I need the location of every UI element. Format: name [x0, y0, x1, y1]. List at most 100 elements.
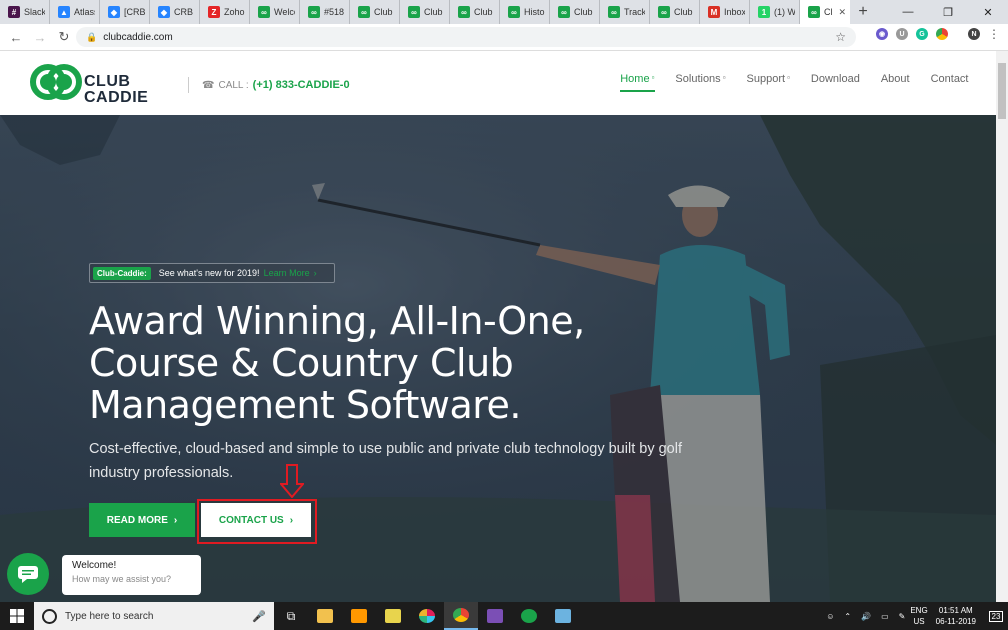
region-code: US: [913, 617, 925, 626]
browser-tab-label: Zoho: [224, 7, 245, 17]
dropdown-chevron-icon: ▫: [787, 73, 790, 82]
minimize-icon[interactable]: —: [888, 0, 928, 24]
page-scrollbar[interactable]: [996, 51, 1008, 602]
sublime-text-icon[interactable]: [342, 602, 376, 630]
badge-tag: Club-Caddie:: [93, 266, 151, 280]
back-icon[interactable]: ←: [4, 30, 28, 45]
browser-tab[interactable]: M Inbox: [700, 0, 750, 24]
headline-line-2: Course & Country Club: [89, 341, 514, 385]
nav-item-home[interactable]: Home ▫: [610, 73, 665, 93]
arrow-right-icon: ›: [173, 514, 178, 526]
site-header: CLUB CADDIE ☎ CALL : (+1) 833-CADDIE-0 H…: [0, 51, 996, 115]
browser-tab[interactable]: Z Zoho: [200, 0, 250, 24]
nav-item-contact[interactable]: Contact: [920, 73, 979, 93]
chat-title: Welcome!: [72, 560, 117, 571]
nav-item-solutions[interactable]: Solutions ▫: [665, 73, 736, 93]
task-view-icon[interactable]: ⧉: [274, 602, 308, 630]
volume-icon[interactable]: 🔊: [861, 612, 871, 621]
dropdown-chevron-icon: ▫: [722, 73, 726, 82]
nav-item-about[interactable]: About: [870, 73, 920, 93]
logo-line-1: CLUB: [84, 73, 131, 90]
microphone-icon[interactable]: 🎤: [252, 610, 266, 623]
browser-tab[interactable]: ∞ Club: [550, 0, 600, 24]
chat-welcome-popup[interactable]: Welcome! How may we assist you?: [62, 555, 201, 595]
lock-icon: 🔒: [86, 31, 98, 42]
visual-studio-icon[interactable]: [478, 602, 512, 630]
network-icon[interactable]: ▭: [881, 612, 889, 621]
action-center-icon[interactable]: 23: [984, 602, 1008, 630]
system-clock[interactable]: 01:51 AM 06-11-2019: [936, 605, 976, 627]
scrollbar-thumb[interactable]: [998, 63, 1006, 119]
clubcaddie-icon: ∞: [258, 6, 270, 18]
close-window-icon[interactable]: ✕: [968, 0, 1008, 24]
chrome-taskbar-icon[interactable]: [444, 602, 478, 630]
nav-item-label: Contact: [930, 73, 969, 85]
paint-icon[interactable]: [376, 602, 410, 630]
extension-icon[interactable]: U: [896, 28, 908, 40]
browser-tab-label: Club: [374, 7, 393, 17]
browser-tab[interactable]: ∞ Track: [600, 0, 650, 24]
browser-tab[interactable]: ◆ CRB t: [150, 0, 200, 24]
slack-app-icon[interactable]: [410, 602, 444, 630]
clock-time: 01:51 AM: [938, 606, 973, 615]
edit-icon[interactable]: ✎: [899, 612, 906, 621]
chrome-extension-icon[interactable]: [936, 28, 948, 40]
whats-new-badge[interactable]: Club-Caddie: See what's new for 2019! Le…: [89, 263, 335, 283]
language-indicator[interactable]: ENG US: [910, 605, 927, 627]
notification-count: 23: [988, 610, 1004, 622]
clubcaddie-icon: ∞: [458, 6, 470, 18]
browser-tab[interactable]: 1 (1) W: [750, 0, 800, 24]
browser-tab[interactable]: ▲ Atlass: [50, 0, 100, 24]
read-more-button[interactable]: READ MORE ›: [89, 503, 195, 537]
menu-dots-icon[interactable]: ⋮: [988, 27, 1000, 41]
tool-app-icon[interactable]: [546, 602, 580, 630]
browser-tab[interactable]: ∞ Welco: [250, 0, 300, 24]
grammarly-icon[interactable]: G: [916, 28, 928, 40]
show-hidden-icons-chevron-icon[interactable]: ⌃: [844, 612, 851, 621]
reload-icon[interactable]: ↻: [52, 29, 76, 45]
browser-tab-label: Atlass: [74, 7, 95, 17]
system-tray: ☺ ⌃ 🔊 ▭ ✎ ENG US 01:51 AM 06-11-2019 23: [821, 602, 1008, 630]
browser-tab[interactable]: ∞ #518: [300, 0, 350, 24]
browser-tab[interactable]: ∞ Histor: [500, 0, 550, 24]
dropdown-chevron-icon: ▫: [651, 73, 655, 82]
close-tab-icon[interactable]: ✕: [838, 7, 846, 18]
clubcaddie-icon: ∞: [558, 6, 570, 18]
people-icon[interactable]: ☺: [826, 612, 834, 621]
start-button[interactable]: [0, 609, 34, 623]
clubcaddie-app-icon[interactable]: [512, 602, 546, 630]
logo-wordmark: CLUB CADDIE: [84, 74, 148, 106]
club-caddie-logo[interactable]: CLUB CADDIE: [28, 61, 152, 106]
call-number[interactable]: (+1) 833-CADDIE-0: [253, 79, 350, 91]
learn-more-link[interactable]: Learn More: [264, 268, 310, 278]
file-explorer-icon[interactable]: [308, 602, 342, 630]
headline-line-1: Award Winning, All-In-One,: [89, 299, 585, 343]
address-bar[interactable]: 🔒 clubcaddie.com ☆: [76, 27, 856, 47]
new-tab-button[interactable]: +: [850, 0, 876, 24]
clubcaddie-icon: ∞: [608, 6, 620, 18]
nav-item-download[interactable]: Download: [800, 73, 870, 93]
browser-tab[interactable]: ◆ [CRB-: [100, 0, 150, 24]
browser-tab[interactable]: ∞ Cl ✕: [800, 0, 850, 24]
nav-item-support[interactable]: Support ▫: [736, 73, 800, 93]
clubcaddie-icon: ∞: [658, 6, 670, 18]
browser-tab-label: Cl: [824, 7, 833, 17]
clubcaddie-icon: ∞: [808, 6, 820, 18]
extension-icon[interactable]: ◉: [876, 28, 888, 40]
browser-tab[interactable]: ∞ Club: [450, 0, 500, 24]
browser-tab-label: Club: [424, 7, 443, 17]
taskbar-search-box[interactable]: Type here to search 🎤: [34, 602, 274, 630]
profile-avatar[interactable]: N: [968, 28, 980, 40]
browser-tab[interactable]: # Slack: [0, 0, 50, 24]
browser-tab[interactable]: ∞ Club: [350, 0, 400, 24]
badge-text: See what's new for 2019!: [158, 268, 260, 278]
browser-tab[interactable]: ∞ Club: [650, 0, 700, 24]
forward-icon[interactable]: →: [28, 30, 52, 45]
chat-launcher-button[interactable]: [7, 553, 49, 595]
browser-tab[interactable]: ∞ Club: [400, 0, 450, 24]
jira-icon: ◆: [108, 6, 120, 18]
restore-icon[interactable]: ❐: [928, 0, 968, 24]
search-placeholder: Type here to search: [65, 610, 154, 622]
bookmark-star-icon[interactable]: ☆: [835, 30, 846, 44]
chat-icon: [18, 566, 38, 583]
